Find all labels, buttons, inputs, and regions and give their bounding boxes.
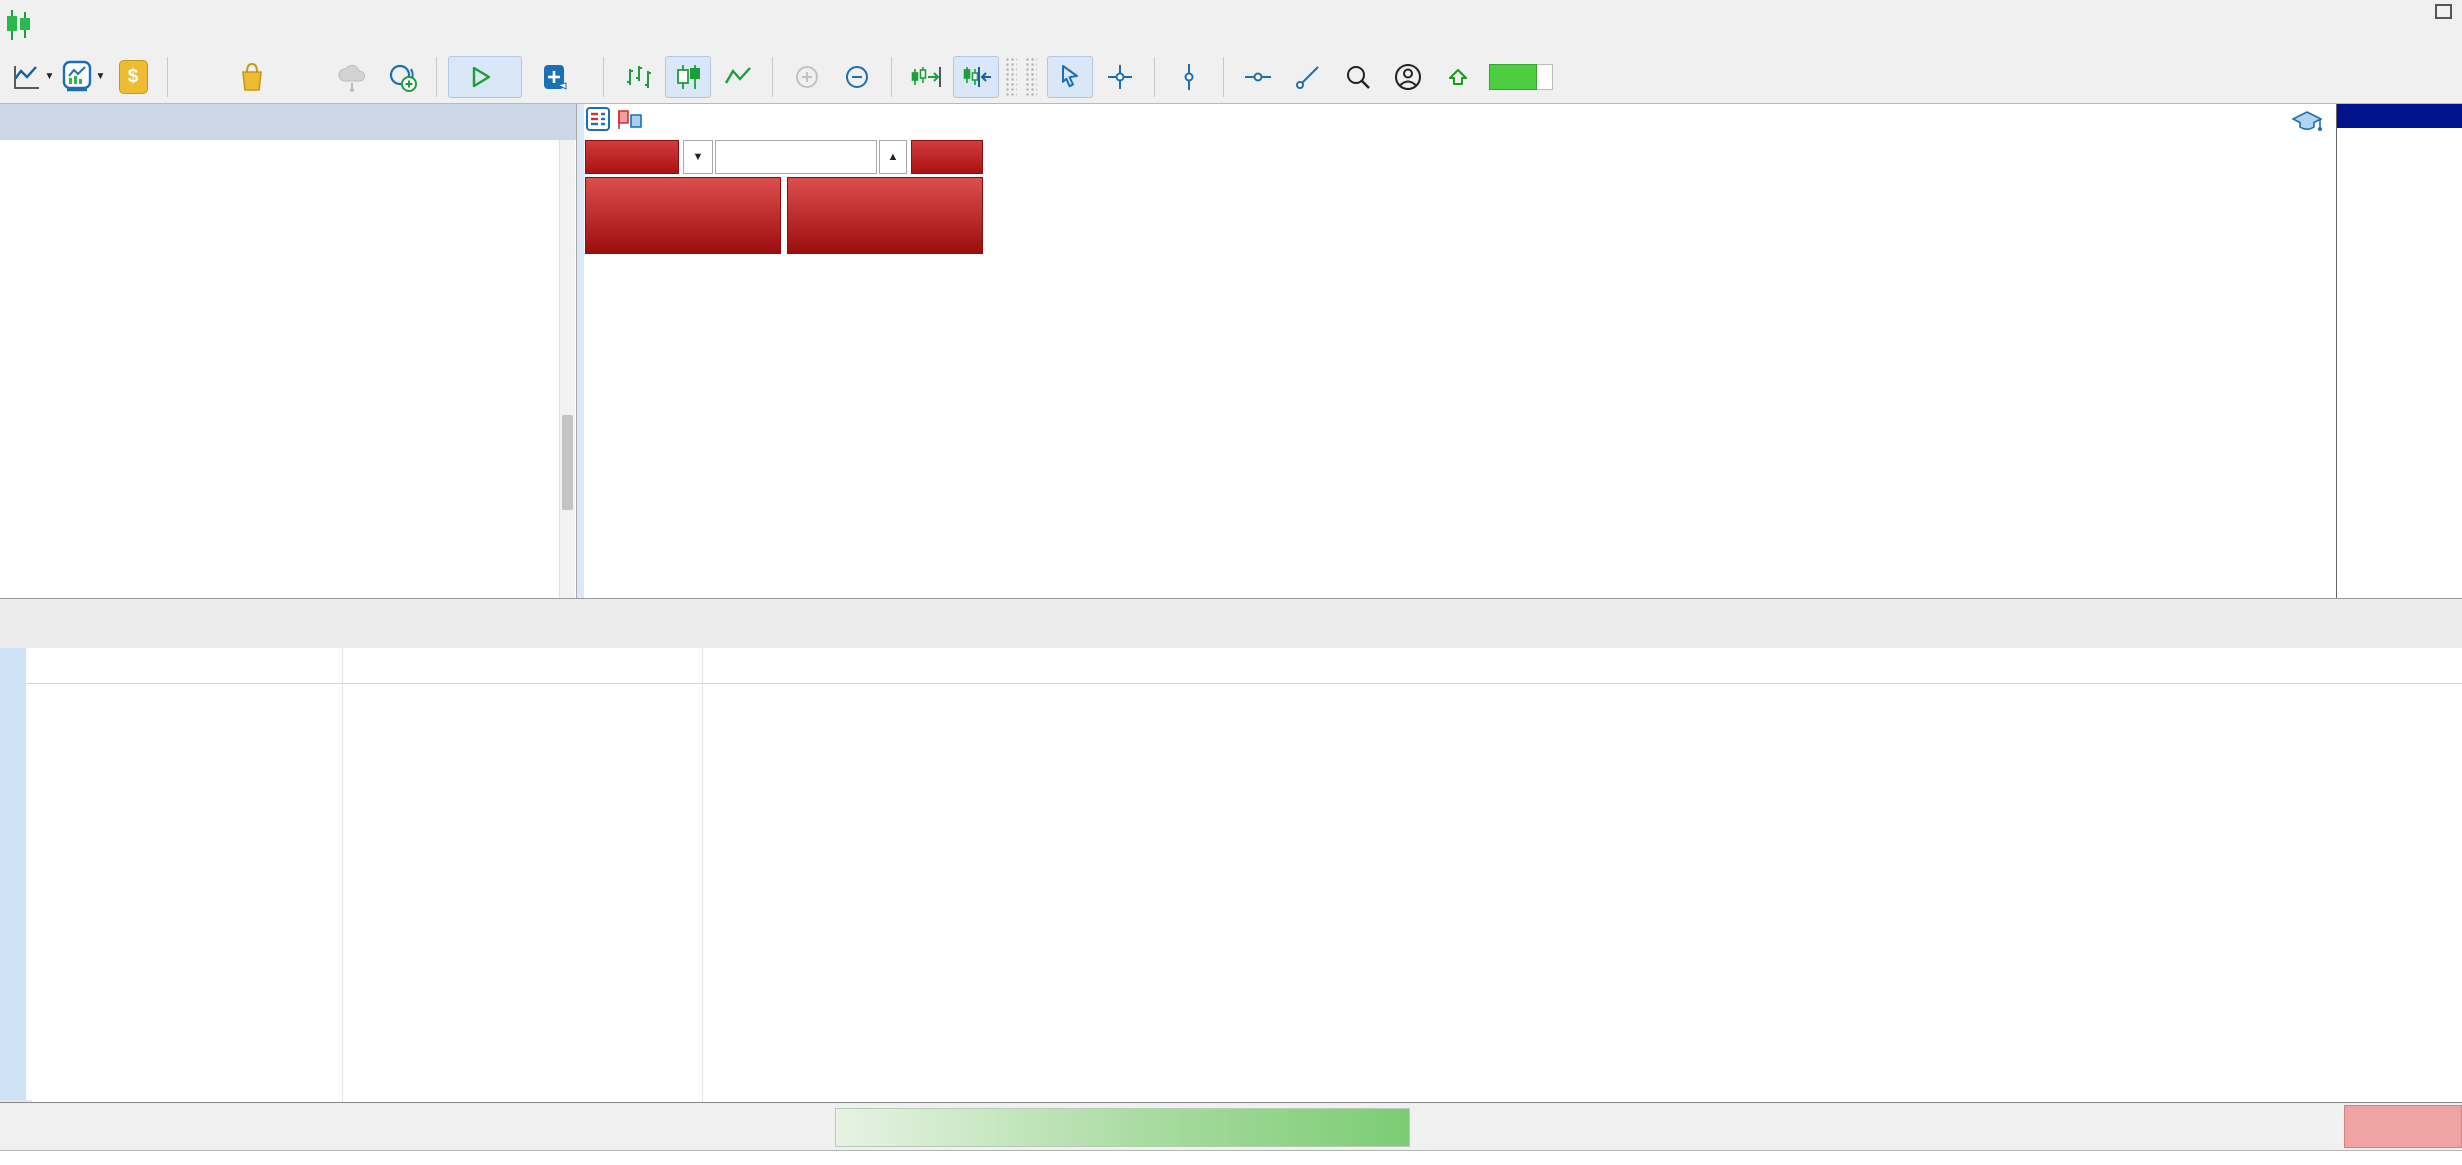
navigator-panel [0,104,577,598]
line-chart-type-button[interactable] [715,56,761,98]
dollar-icon: $ [119,60,148,94]
ide-button[interactable] [179,56,225,98]
horizontal-line-tool-button[interactable] [1235,56,1281,98]
navigator-tabs [0,598,577,648]
log-table-header [26,648,2462,684]
connection-status-bar [1489,64,1553,90]
play-icon [470,65,492,89]
algo-trading-button[interactable] [448,56,522,98]
toolbar-grip-2[interactable] [1025,57,1037,97]
crosshair-tool-button[interactable] [1097,56,1143,98]
account-button[interactable] [1385,56,1431,98]
community-button[interactable] [379,56,425,98]
bar-chart-type-button[interactable] [615,56,661,98]
navigator-tree [0,140,576,598]
bottom-partial-row [0,1150,2462,1165]
price-axis[interactable] [2336,104,2462,598]
toolbar-grip[interactable] [1005,57,1017,97]
trade-panel: ▼ ▲ [585,140,983,254]
market-button[interactable] [229,56,275,98]
ea-badge [2284,110,2322,134]
new-order-icon [542,63,568,91]
volume-up-button[interactable]: ▲ [879,140,907,174]
menu-bar [0,0,2462,51]
horizontal-line-icon [1244,69,1272,85]
mt5-window: ▼ ▼ $ [0,0,2462,1165]
chart-left-edge [577,104,584,598]
trendline-tool-button[interactable] [1285,56,1331,98]
log-collapse-strip[interactable] [0,648,26,1102]
economic-calendar-button[interactable]: $ [110,56,156,98]
market-watch-button[interactable]: ▼ [60,56,106,98]
auto-scroll-button[interactable] [953,56,999,98]
signals-button[interactable] [279,56,325,98]
vertical-line-tool-button[interactable] [1166,56,1212,98]
bottom-bar [0,1102,2462,1150]
candlestick-chart-type-button[interactable] [665,56,711,98]
search-button[interactable] [1335,56,1381,98]
account-icon [1393,62,1423,92]
trendline-icon [1294,63,1322,91]
navigator-scrollbar-thumb[interactable] [562,415,573,510]
buy-price-box[interactable] [787,177,983,254]
navigator-header [0,104,576,140]
level-up-arrow-icon [1448,69,1468,85]
volume-down-button[interactable]: ▼ [683,140,713,174]
optimization-progress-bar [835,1108,1410,1147]
cursor-icon [1056,63,1084,91]
chart-title-row [586,107,650,131]
search-icon [1344,63,1372,91]
cursor-tool-button[interactable] [1047,56,1093,98]
cancel-button[interactable] [2344,1105,2462,1148]
new-order-button[interactable] [526,56,592,98]
shift-chart-button[interactable] [903,56,949,98]
chart-window-button[interactable]: ▼ [10,56,56,98]
level-up-button[interactable] [1435,56,1481,98]
chart-window-caret-icon[interactable]: ▼ [45,71,55,82]
chart-tabs [577,598,2462,648]
market-watch-caret-icon[interactable]: ▼ [96,71,106,82]
toolbar: ▼ ▼ $ [0,50,2462,104]
crosshair-icon [1106,63,1134,91]
vertical-line-icon [1181,63,1197,91]
one-click-trading-icon[interactable] [617,107,643,131]
navigator-scrollbar[interactable] [559,140,575,598]
zoom-in-button[interactable] [784,56,830,98]
zoom-out-button[interactable] [834,56,880,98]
chart-area[interactable]: ▼ ▲ [577,104,2462,598]
restore-button[interactable] [2435,4,2452,19]
buy-button[interactable] [911,140,983,174]
log-panel [0,648,2462,1102]
depth-of-market-icon[interactable] [586,107,610,131]
sell-button[interactable] [585,140,679,174]
app-logo-icon [4,8,32,47]
volume-input[interactable] [715,140,877,174]
ea-cap-icon [2292,110,2322,134]
macd-current-box [2337,104,2462,128]
sell-price-box[interactable] [585,177,781,254]
cloud-button[interactable] [329,56,375,98]
